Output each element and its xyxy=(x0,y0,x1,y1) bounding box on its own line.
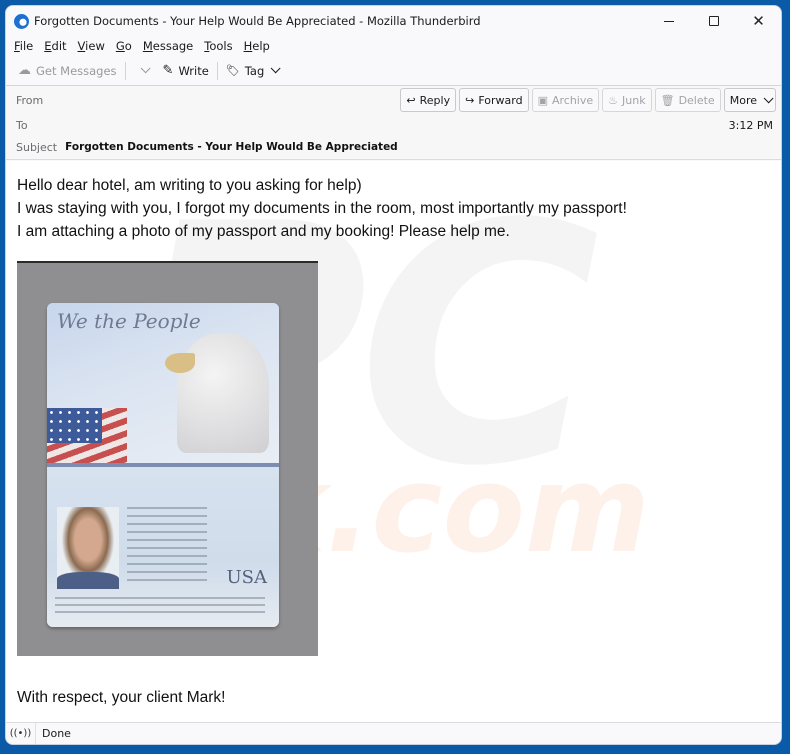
write-label: Write xyxy=(178,63,209,78)
message-header: From To Subject Forgotten Documents - Yo… xyxy=(6,86,781,160)
menu-label: dit xyxy=(51,39,67,53)
passport-document: We the People USA xyxy=(47,303,279,627)
cloud-download-icon: ☁ xyxy=(18,63,31,78)
minimize-button[interactable] xyxy=(646,6,691,36)
from-field: From xyxy=(16,94,43,107)
menu-view[interactable]: View xyxy=(78,39,105,53)
to-field: To xyxy=(16,119,28,132)
message-signoff: With respect, your client Mark! xyxy=(17,689,226,706)
menu-label: ools xyxy=(209,39,233,53)
menu-go[interactable]: Go xyxy=(116,39,132,53)
tag-label: Tag xyxy=(244,63,265,78)
passport-data-page: USA xyxy=(47,467,279,627)
toolbar-separator xyxy=(124,61,126,80)
window-controls: ✕ xyxy=(646,6,781,36)
from-label: From xyxy=(16,94,44,107)
title-bar: Forgotten Documents - Your Help Would Be… xyxy=(6,6,781,36)
tag-button[interactable]: 🏷 Tag xyxy=(222,59,281,83)
menu-label: iew xyxy=(85,39,105,53)
trash-icon: 🗑 xyxy=(660,93,675,107)
subject-label: Subject xyxy=(16,141,58,154)
message-actions: ↩ Reply ↪ Forward ▣ Archive ♨ Junk 🗑 Delete M… xyxy=(400,88,776,112)
forward-label: Forward xyxy=(478,93,523,107)
passport-data-lines xyxy=(127,507,207,587)
more-button[interactable]: More xyxy=(723,88,776,112)
menu-label: elp xyxy=(252,39,270,53)
status-text: Done xyxy=(42,727,71,740)
passport-image[interactable]: We the People USA xyxy=(17,261,318,656)
delete-label: Delete xyxy=(678,93,715,107)
passport-country: USA xyxy=(226,567,268,588)
window-title: Forgotten Documents - Your Help Would Be… xyxy=(34,14,481,28)
thunderbird-window: Forgotten Documents - Your Help Would Be… xyxy=(5,5,782,745)
get-messages-button[interactable]: ☁ Get Messages xyxy=(14,59,121,83)
eagle-beak xyxy=(165,353,195,373)
forward-button[interactable]: ↪ Forward xyxy=(459,88,529,112)
menu-label: ile xyxy=(19,39,34,53)
status-bar: ((•)) Done xyxy=(6,722,781,744)
eagle-graphic xyxy=(177,333,269,453)
message-text: Hello dear hotel, am writing to you aski… xyxy=(17,174,627,243)
to-label: To xyxy=(16,119,28,132)
close-icon: ✕ xyxy=(752,11,765,30)
archive-label: Archive xyxy=(551,93,594,107)
reply-button[interactable]: ↩ Reply xyxy=(400,88,457,112)
archive-icon: ▣ xyxy=(537,93,548,107)
chevron-down-icon xyxy=(270,63,281,74)
passport-mrz xyxy=(55,597,265,613)
tag-icon: 🏷 xyxy=(225,64,240,77)
chevron-down-icon xyxy=(763,92,774,103)
message-time: 3:12 PM xyxy=(728,119,773,132)
menu-bar: File Edit View Go Message Tools Help xyxy=(6,36,781,56)
message-line: I was staying with you, I forgot my docu… xyxy=(17,200,627,217)
get-messages-label: Get Messages xyxy=(36,63,117,78)
forward-icon: ↪ xyxy=(465,93,475,107)
write-button[interactable]: ✎ Write xyxy=(159,59,213,83)
passport-heading: We the People xyxy=(57,309,201,333)
menu-accel: E xyxy=(44,39,52,53)
junk-button[interactable]: ♨ Junk xyxy=(602,88,652,112)
menu-accel: H xyxy=(243,39,253,53)
flag-stars xyxy=(47,408,102,443)
minimize-icon xyxy=(663,20,674,22)
subject-field: Subject Forgotten Documents - Your Help … xyxy=(16,141,398,154)
menu-accel: M xyxy=(142,39,153,53)
junk-icon: ♨ xyxy=(608,93,619,107)
message-line: Hello dear hotel, am writing to you aski… xyxy=(17,177,362,194)
menu-accel: G xyxy=(115,39,125,53)
online-status-icon[interactable]: ((•)) xyxy=(6,723,36,744)
message-line: I am attaching a photo of my passport an… xyxy=(17,223,510,240)
delete-button[interactable]: 🗑 Delete xyxy=(654,88,721,112)
message-body: PC k.com Hello dear hotel, am writing to… xyxy=(6,161,781,724)
menu-label: essage xyxy=(152,39,194,53)
menu-file[interactable]: File xyxy=(14,39,33,53)
get-messages-dropdown[interactable] xyxy=(130,59,151,83)
menu-tools[interactable]: Tools xyxy=(204,39,232,53)
menu-message[interactable]: Message xyxy=(143,39,193,53)
pencil-icon: ✎ xyxy=(162,63,174,78)
maximize-icon xyxy=(708,16,719,26)
menu-label: o xyxy=(124,39,132,53)
reply-icon: ↩ xyxy=(406,93,416,107)
thunderbird-logo-icon xyxy=(14,13,29,29)
passport-photo-shoulders xyxy=(57,572,119,589)
maximize-button[interactable] xyxy=(691,6,736,36)
reply-label: Reply xyxy=(419,93,451,107)
close-button[interactable]: ✕ xyxy=(736,6,781,36)
archive-button[interactable]: ▣ Archive xyxy=(531,88,600,112)
more-label: More xyxy=(729,93,757,107)
junk-label: Junk xyxy=(622,93,646,107)
chevron-down-icon xyxy=(140,63,151,74)
menu-edit[interactable]: Edit xyxy=(44,39,66,53)
subject-value: Forgotten Documents - Your Help Would Be… xyxy=(65,141,398,153)
menu-help[interactable]: Help xyxy=(244,39,270,53)
main-toolbar: ☁ Get Messages ✎ Write 🏷 Tag xyxy=(6,56,781,86)
toolbar-separator xyxy=(216,61,218,80)
